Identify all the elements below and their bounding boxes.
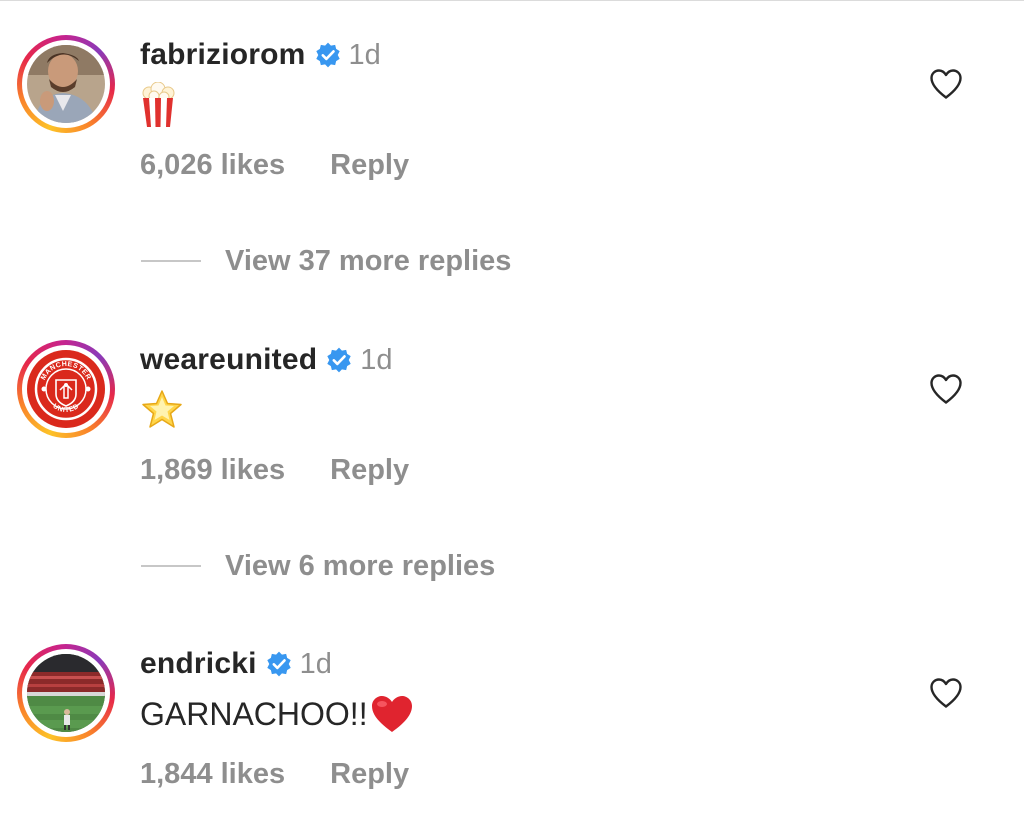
comment-meta: 1,869 likes Reply (140, 450, 409, 490)
like-heart-icon[interactable] (929, 373, 963, 405)
verified-badge-icon (315, 42, 340, 68)
like-heart-icon[interactable] (929, 68, 963, 100)
view-replies-label: View 6 more replies (225, 549, 496, 582)
stadium-photo-icon (27, 654, 105, 732)
reply-button[interactable]: Reply (330, 758, 409, 791)
replies-divider-line (141, 565, 201, 567)
man-portrait-icon (27, 45, 105, 123)
comment-text (140, 81, 178, 129)
timestamp: 1d (348, 38, 381, 71)
avatar[interactable]: MANCHESTER UNITED (27, 350, 105, 428)
verified-badge-icon (266, 651, 291, 677)
likes-count[interactable]: 1,844 likes (140, 758, 285, 791)
view-more-replies-button[interactable]: View 6 more replies (141, 546, 495, 586)
timestamp: 1d (360, 343, 393, 376)
story-ring[interactable] (17, 644, 115, 742)
avatar[interactable] (27, 654, 105, 732)
glowing-star-icon (142, 390, 182, 428)
comment-meta: 1,844 likes Reply (140, 754, 409, 794)
reply-button[interactable]: Reply (330, 149, 409, 182)
comment-header: fabriziorom 1d (140, 35, 381, 75)
comment-item: MANCHESTER UNITED weareunited 1d 1,869 l… (0, 340, 1024, 540)
reply-button[interactable]: Reply (330, 454, 409, 487)
likes-count[interactable]: 1,869 likes (140, 454, 285, 487)
verified-badge-icon (327, 347, 351, 373)
likes-count[interactable]: 6,026 likes (140, 149, 285, 182)
view-more-replies-button[interactable]: View 37 more replies (141, 241, 511, 281)
view-replies-label: View 37 more replies (225, 244, 512, 277)
comment-text: GARNACHOO!! (140, 690, 414, 738)
comment-header: endricki 1d (140, 644, 332, 684)
like-heart-icon[interactable] (929, 677, 963, 709)
username[interactable]: endricki (140, 647, 257, 681)
avatar[interactable] (27, 45, 105, 123)
story-ring[interactable] (17, 35, 115, 133)
username[interactable]: fabriziorom (140, 38, 306, 72)
story-ring[interactable]: MANCHESTER UNITED (17, 340, 115, 438)
red-heart-icon (371, 696, 412, 732)
comment-item: fabriziorom 1d 6,026 likes Reply (0, 35, 1024, 235)
replies-divider-line (141, 260, 201, 262)
comment-text (140, 386, 184, 434)
comment-item: endricki 1d GARNACHOO!! 1,844 likes Repl… (0, 644, 1024, 838)
timestamp: 1d (299, 647, 332, 680)
username[interactable]: weareunited (140, 343, 317, 377)
popcorn-icon (142, 82, 175, 127)
comment-body: GARNACHOO!! (140, 695, 368, 732)
comment-header: weareunited 1d (140, 340, 393, 380)
comment-meta: 6,026 likes Reply (140, 145, 409, 185)
top-divider (0, 0, 1024, 1)
manchester-united-crest-icon: MANCHESTER UNITED (27, 350, 105, 428)
comments-page: fabriziorom 1d 6,026 likes Reply View 37… (0, 0, 1024, 838)
